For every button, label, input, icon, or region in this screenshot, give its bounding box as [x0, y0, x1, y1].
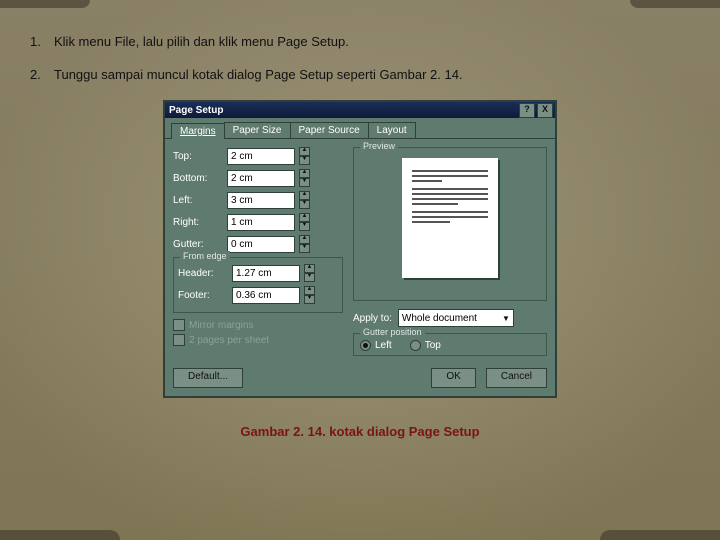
bottom-spinner[interactable]: ▲▼	[299, 169, 310, 187]
tab-paper-source[interactable]: Paper Source	[290, 122, 369, 138]
footer-input[interactable]: 0.36 cm	[232, 287, 300, 304]
step-2-text: Tunggu sampai muncul kotak dialog Page S…	[54, 67, 463, 82]
page-setup-dialog: Page Setup ? X Margins Paper Size Paper …	[163, 100, 557, 398]
tab-margins[interactable]: Margins	[171, 123, 225, 139]
right-spinner[interactable]: ▲▼	[299, 213, 310, 231]
chevron-down-icon[interactable]: ▼	[299, 222, 310, 231]
header-label: Header:	[178, 268, 228, 279]
gutter-top-radio[interactable]: Top	[410, 340, 441, 351]
chevron-up-icon[interactable]: ▲	[299, 147, 310, 156]
left-label: Left:	[173, 195, 223, 206]
help-button[interactable]: ?	[519, 103, 535, 118]
gutter-left-radio[interactable]: Left	[360, 340, 392, 351]
top-spinner[interactable]: ▲▼	[299, 147, 310, 165]
bottom-input[interactable]: 2 cm	[227, 170, 295, 187]
page-preview	[402, 158, 498, 278]
ok-button[interactable]: OK	[431, 368, 475, 388]
chevron-up-icon[interactable]: ▲	[304, 286, 315, 295]
chevron-down-icon[interactable]: ▼	[299, 178, 310, 187]
dialog-titlebar[interactable]: Page Setup ? X	[165, 102, 555, 118]
checkbox-icon	[173, 334, 185, 346]
top-input[interactable]: 2 cm	[227, 148, 295, 165]
chevron-up-icon[interactable]: ▲	[299, 213, 310, 222]
chevron-down-icon[interactable]: ▼	[304, 273, 315, 282]
chevron-down-icon[interactable]: ▼	[299, 200, 310, 209]
chevron-up-icon[interactable]: ▲	[299, 169, 310, 178]
two-pages-checkbox: 2 pages per sheet	[173, 334, 343, 346]
cancel-button[interactable]: Cancel	[486, 368, 547, 388]
from-edge-group: From edge Header:1.27 cm▲▼ Footer:0.36 c…	[173, 257, 343, 313]
chevron-down-icon[interactable]: ▼	[304, 295, 315, 304]
gutter-label: Gutter:	[173, 239, 223, 250]
step-2: 2. Tunggu sampai muncul kotak dialog Pag…	[30, 67, 690, 82]
right-label: Right:	[173, 217, 223, 228]
tab-layout[interactable]: Layout	[368, 122, 416, 138]
mirror-margins-checkbox: Mirror margins	[173, 319, 343, 331]
preview-label: Preview	[360, 141, 398, 151]
close-button[interactable]: X	[537, 103, 553, 118]
chevron-up-icon[interactable]: ▲	[304, 264, 315, 273]
figure-caption: Gambar 2. 14. kotak dialog Page Setup	[30, 424, 690, 439]
footer-label: Footer:	[178, 290, 228, 301]
gutter-input[interactable]: 0 cm	[227, 236, 295, 253]
top-label: Top:	[173, 151, 223, 162]
checkbox-icon	[173, 319, 185, 331]
chevron-up-icon[interactable]: ▲	[299, 191, 310, 200]
apply-to-label: Apply to:	[353, 313, 392, 324]
gutter-position-label: Gutter position	[360, 327, 425, 337]
chevron-down-icon[interactable]: ▼	[299, 156, 310, 165]
default-button[interactable]: Default...	[173, 368, 243, 388]
chevron-down-icon: ▼	[502, 314, 510, 323]
right-input[interactable]: 1 cm	[227, 214, 295, 231]
tab-strip: Margins Paper Size Paper Source Layout	[165, 118, 555, 139]
chevron-up-icon[interactable]: ▲	[299, 235, 310, 244]
tab-paper-size[interactable]: Paper Size	[224, 122, 291, 138]
left-input[interactable]: 3 cm	[227, 192, 295, 209]
gutter-spinner[interactable]: ▲▼	[299, 235, 310, 253]
chevron-down-icon[interactable]: ▼	[299, 244, 310, 253]
radio-icon	[410, 340, 421, 351]
step-1-num: 1.	[30, 34, 54, 49]
left-spinner[interactable]: ▲▼	[299, 191, 310, 209]
gutter-position-group: Gutter position Left Top	[353, 333, 547, 356]
dialog-title: Page Setup	[169, 105, 223, 116]
preview-group: Preview	[353, 147, 547, 301]
step-1-text: Klik menu File, lalu pilih dan klik menu…	[54, 34, 349, 49]
footer-spinner[interactable]: ▲▼	[304, 286, 315, 304]
step-1: 1. Klik menu File, lalu pilih dan klik m…	[30, 34, 690, 49]
header-spinner[interactable]: ▲▼	[304, 264, 315, 282]
apply-to-select[interactable]: Whole document▼	[398, 309, 514, 327]
step-2-num: 2.	[30, 67, 54, 82]
bottom-label: Bottom:	[173, 173, 223, 184]
radio-icon	[360, 340, 371, 351]
header-input[interactable]: 1.27 cm	[232, 265, 300, 282]
from-edge-label: From edge	[180, 251, 230, 261]
